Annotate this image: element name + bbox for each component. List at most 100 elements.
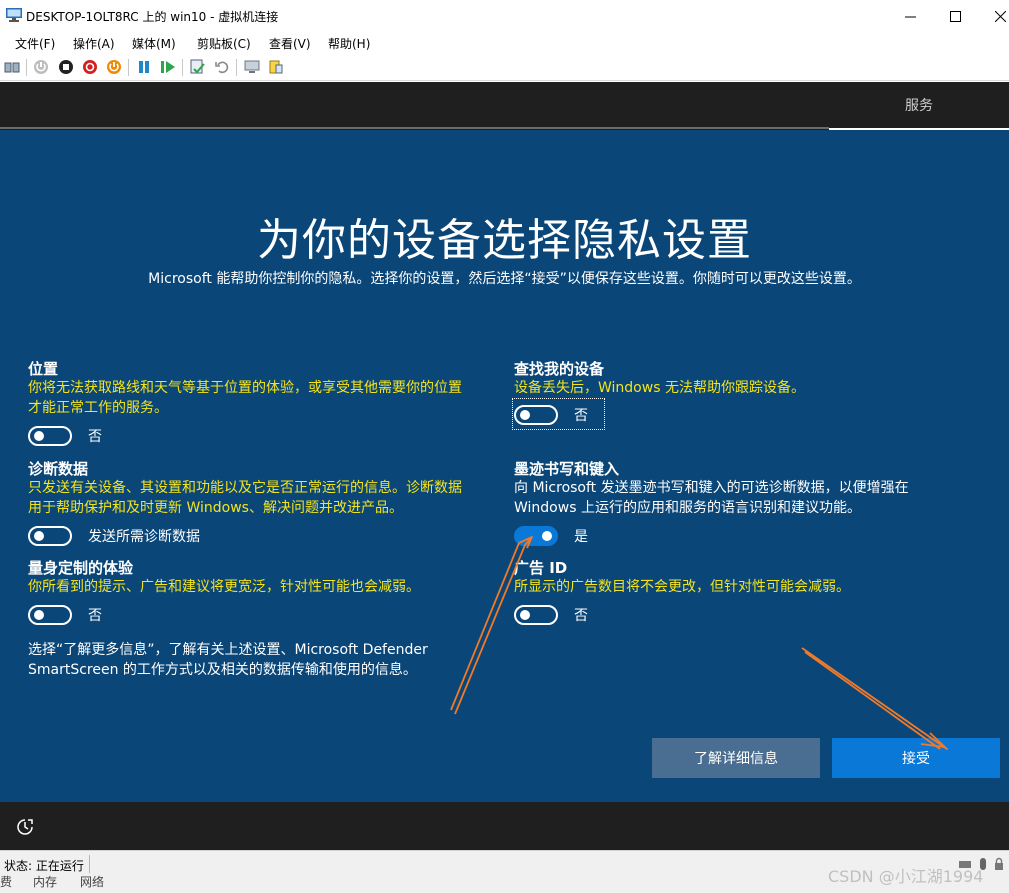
oobe-header: 服务	[0, 82, 1009, 130]
maximize-button[interactable]	[932, 0, 978, 32]
toolbar-separator	[182, 59, 183, 76]
diagnostic-data-toggle-row: 发送所需诊断数据	[28, 525, 200, 547]
maximize-icon	[949, 10, 961, 22]
status-cut-item: 网络	[80, 875, 105, 889]
location-toggle-row: 否	[28, 425, 102, 447]
toolbar-separator	[26, 59, 27, 76]
minimize-icon	[904, 16, 916, 17]
diagnostic-data-title: 诊断数据	[28, 460, 89, 478]
shutdown-icon[interactable]	[82, 59, 98, 75]
diagnostic-description-line: 只发送有关设备、其设置和功能以及它是否正常运行的信息。诊断数据	[28, 480, 462, 496]
vm-connection-icon	[6, 8, 22, 22]
advertising-id-toggle-label: 否	[574, 608, 588, 624]
checkpoint-icon[interactable]	[190, 59, 206, 75]
advertising-id-description: 所显示的广告数目将不会更改，但针对性可能会减弱。	[514, 577, 984, 597]
find-device-description-line: 设备丢失后，Windows 无法帮助你跟踪设备。	[514, 380, 805, 396]
share-icon[interactable]	[268, 59, 284, 75]
status-cut-item: 内存	[33, 875, 58, 889]
resume-icon[interactable]	[160, 59, 176, 75]
diagnostic-data-toggle[interactable]	[28, 526, 72, 546]
inking-description-line: 向 Microsoft 发送墨迹书写和键入的可选诊断数据，以便增强在	[514, 480, 909, 496]
toolbar-separator	[128, 59, 129, 76]
vm-connection-window: DESKTOP-1OLT8RC 上的 win10 - 虚拟机连接 文件(F) 操…	[0, 0, 1009, 893]
inking-typing-title: 墨迹书写和键入	[514, 460, 620, 478]
diagnostic-data-toggle-label: 发送所需诊断数据	[88, 529, 200, 545]
location-toggle-label: 否	[88, 429, 102, 445]
privacy-settings-page: 为你的设备选择隐私设置 Microsoft 能帮助你控制你的隐私。选择你的设置，…	[0, 130, 1009, 802]
oobe-footer	[0, 802, 1009, 850]
accept-button[interactable]: 接受	[832, 738, 1000, 778]
inking-typing-description: 向 Microsoft 发送墨迹书写和键入的可选诊断数据，以便增强在 Windo…	[514, 478, 984, 518]
menu-bar: 文件(F) 操作(A) 媒体(M) 剪贴板(C) 查看(V) 帮助(H)	[0, 32, 1009, 53]
find-my-device-description: 设备丢失后，Windows 无法帮助你跟踪设备。	[514, 378, 984, 398]
tailored-experiences-toggle-label: 否	[88, 608, 102, 624]
find-my-device-toggle-label: 否	[574, 408, 588, 424]
mouse-icon	[980, 858, 986, 870]
lock-icon	[995, 857, 1003, 870]
vm-status: 状态: 正在运行	[4, 859, 84, 873]
advertising-id-title: 广告 ID	[514, 559, 568, 577]
tailored-description-line: 你所看到的提示、广告和建议将更宽泛，针对性可能也会减弱。	[28, 579, 420, 595]
diagnostic-data-description: 只发送有关设备、其设置和功能以及它是否正常运行的信息。诊断数据 用于帮助保护和及…	[28, 478, 503, 518]
inking-description-line: Windows 上运行的应用和服务的语言识别和建议功能。	[514, 500, 861, 516]
menu-file[interactable]: 文件(F)	[15, 35, 55, 52]
tailored-experiences-toggle-row: 否	[28, 604, 102, 626]
location-title: 位置	[28, 360, 59, 378]
inking-typing-toggle[interactable]	[514, 526, 558, 546]
progress-track	[0, 127, 829, 129]
revert-icon[interactable]	[214, 59, 230, 75]
close-icon	[994, 10, 1006, 22]
close-button[interactable]	[977, 0, 1009, 32]
title-bar: DESKTOP-1OLT8RC 上的 win10 - 虚拟机连接	[0, 0, 1009, 32]
menu-view[interactable]: 查看(V)	[269, 35, 311, 52]
status-cut-item: 费	[0, 875, 13, 889]
minimize-button[interactable]	[887, 0, 933, 32]
ease-of-access-icon[interactable]	[16, 818, 34, 836]
page-subtitle: Microsoft 能帮助你控制你的隐私。选择你的设置，然后选择“接受”以便保存…	[148, 271, 861, 287]
diagnostic-description-line: 用于帮助保护和及时更新 Windows、解决问题并改进产品。	[28, 500, 403, 516]
pause-icon[interactable]	[136, 59, 152, 75]
advertising-description-line: 所显示的广告数目将不会更改，但针对性可能会减弱。	[514, 579, 850, 595]
info-line: SmartScreen 的工作方式以及相关的数据传输和使用的信息。	[28, 662, 417, 678]
ctrl-alt-del-icon[interactable]	[4, 59, 20, 75]
enhanced-session-icon[interactable]	[244, 59, 260, 75]
location-description-line: 才能正常工作的服务。	[28, 400, 168, 416]
status-bar: 状态: 正在运行 费 内存 网络 CSDN @小江湖1994	[0, 850, 1009, 893]
toolbar-separator	[236, 59, 237, 76]
page-title: 为你的设备选择隐私设置	[257, 215, 752, 266]
menu-help[interactable]: 帮助(H)	[328, 35, 370, 52]
advertising-id-toggle-row: 否	[514, 604, 588, 626]
location-description-line: 你将无法获取路线和天气等基于位置的体验，或享受其他需要你的位置	[28, 380, 462, 396]
find-my-device-title: 查找我的设备	[514, 360, 605, 378]
toggle-knob	[34, 610, 44, 620]
inking-typing-toggle-label: 是	[574, 529, 588, 545]
turn-off-icon[interactable]	[58, 59, 74, 75]
keyboard-icon	[959, 861, 971, 868]
learn-more-info: 选择“了解更多信息”，了解有关上述设置、Microsoft Defender S…	[28, 640, 458, 680]
learn-more-button[interactable]: 了解详细信息	[652, 738, 820, 778]
advertising-id-toggle[interactable]	[514, 605, 558, 625]
info-line: 选择“了解更多信息”，了解有关上述设置、Microsoft Defender	[28, 642, 428, 658]
toolbar	[0, 54, 1009, 81]
tailored-experiences-description: 你所看到的提示、广告和建议将更宽泛，针对性可能也会减弱。	[28, 577, 503, 597]
menu-action[interactable]: 操作(A)	[73, 35, 115, 52]
find-my-device-toggle-row: 否	[514, 404, 588, 426]
status-separator	[89, 855, 90, 873]
tab-services: 服务	[829, 82, 1009, 130]
toggle-knob	[542, 531, 552, 541]
tailored-experiences-toggle[interactable]	[28, 605, 72, 625]
menu-clipboard[interactable]: 剪贴板(C)	[197, 35, 251, 52]
inking-typing-toggle-row: 是	[514, 525, 588, 547]
toggle-knob	[520, 410, 530, 420]
find-my-device-toggle[interactable]	[514, 405, 558, 425]
location-description: 你将无法获取路线和天气等基于位置的体验，或享受其他需要你的位置 才能正常工作的服…	[28, 378, 503, 418]
window-title: DESKTOP-1OLT8RC 上的 win10 - 虚拟机连接	[26, 10, 279, 24]
location-toggle[interactable]	[28, 426, 72, 446]
toggle-knob	[34, 431, 44, 441]
start-icon[interactable]	[33, 59, 49, 75]
menu-media[interactable]: 媒体(M)	[132, 35, 176, 52]
save-state-icon[interactable]	[106, 59, 122, 75]
toggle-knob	[34, 531, 44, 541]
tailored-experiences-title: 量身定制的体验	[28, 559, 134, 577]
toggle-knob	[520, 610, 530, 620]
